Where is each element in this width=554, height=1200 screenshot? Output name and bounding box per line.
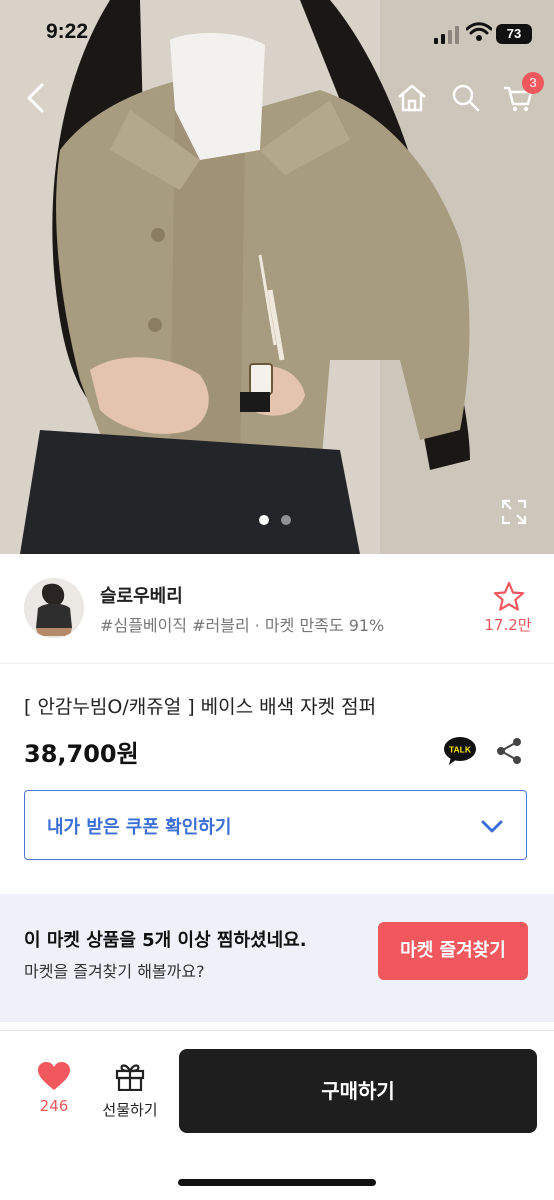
shop-avatar[interactable] (24, 578, 84, 638)
banner-title: 이 마켓 상품을 5개 이상 찜하셨네요. (24, 930, 307, 951)
like-button[interactable]: 246 (30, 1061, 78, 1115)
shop-tags: #심플베이직 #러블리 · 마켓 만족도 91% (100, 616, 385, 635)
status-time: 9:22 (46, 20, 89, 43)
chevron-down-icon (481, 820, 503, 833)
cart-count-badge: 3 (522, 72, 544, 94)
back-button[interactable] (16, 78, 56, 118)
shop-favorite-count: 17.2만 (484, 616, 532, 634)
carousel-dot-2[interactable] (281, 515, 291, 525)
favorite-market-banner: 이 마켓 상품을 5개 이상 찜하셨네요. 마켓을 즐겨찾기 해볼까요? 마켓 … (0, 894, 554, 1022)
kakaotalk-icon[interactable]: TALK (443, 736, 477, 766)
kakaotalk-label: TALK (449, 745, 472, 755)
product-price: 38,700원 (24, 740, 139, 768)
product-title: [ 안감누빔O/캐쥬얼 ] 베이스 배색 자켓 점퍼 (24, 696, 377, 718)
shop-info[interactable]: 슬로우베리 #심플베이직 #러블리 · 마켓 만족도 91% 17.2만 (0, 554, 554, 664)
shop-name[interactable]: 슬로우베리 (100, 582, 183, 608)
carousel-dot-1[interactable] (259, 515, 269, 525)
heart-icon (38, 1062, 70, 1090)
wifi-icon (466, 22, 492, 41)
coupon-dropdown[interactable]: 내가 받은 쿠폰 확인하기 (24, 790, 527, 860)
status-bar: 9:22 73 (0, 0, 554, 64)
favorite-market-button[interactable]: 마켓 즐겨찾기 (378, 922, 528, 980)
search-icon (452, 84, 480, 112)
bottom-action-bar: 246 선물하기 구매하기 (0, 1031, 554, 1200)
banner-subtitle: 마켓을 즐겨찾기 해볼까요? (24, 962, 205, 981)
cellular-signal-icon (434, 26, 459, 44)
gift-label: 선물하기 (102, 1101, 158, 1119)
search-button[interactable] (446, 78, 486, 118)
share-icon[interactable] (494, 736, 524, 766)
expand-icon[interactable] (500, 498, 528, 526)
like-count: 246 (39, 1097, 69, 1115)
battery-indicator: 73 (496, 24, 532, 44)
coupon-label: 내가 받은 쿠폰 확인하기 (47, 817, 232, 838)
buy-button[interactable]: 구매하기 (179, 1049, 537, 1133)
gift-button[interactable]: 선물하기 (96, 1061, 164, 1120)
home-button[interactable] (392, 78, 432, 118)
home-icon (398, 84, 426, 112)
star-icon[interactable] (492, 580, 526, 614)
carousel-indicator (259, 515, 291, 525)
shop-avatar-image (24, 578, 84, 638)
home-indicator (178, 1179, 376, 1186)
chevron-left-icon (27, 83, 44, 113)
gift-icon (115, 1064, 145, 1092)
